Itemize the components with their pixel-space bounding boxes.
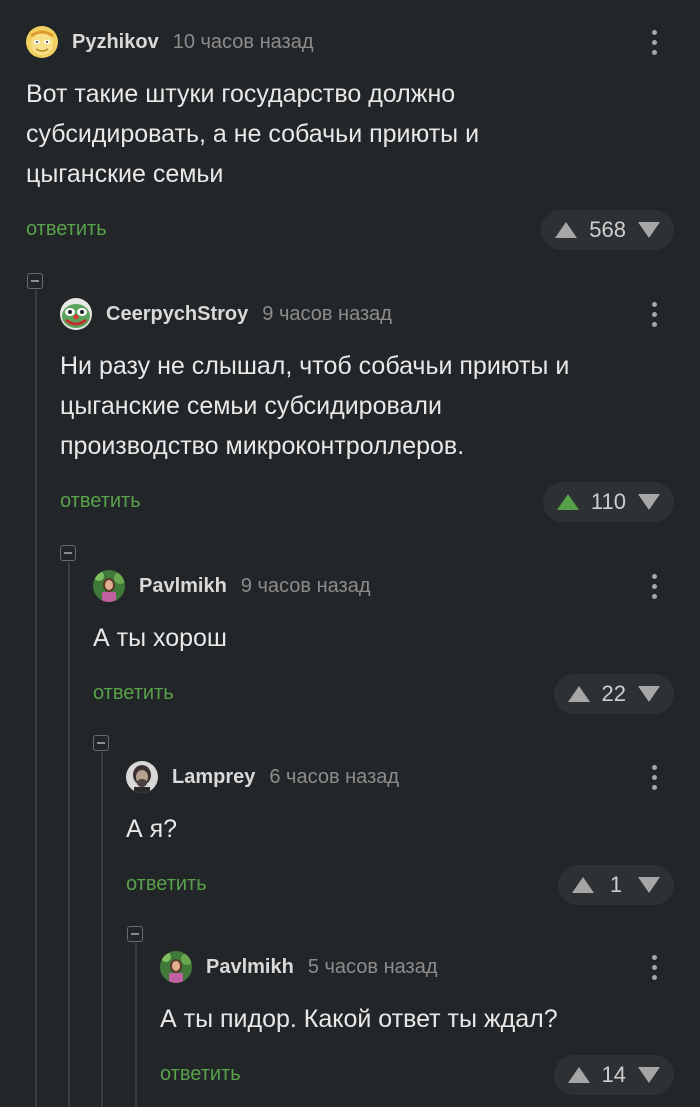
avatar[interactable] bbox=[93, 570, 125, 602]
upvote-icon[interactable] bbox=[567, 685, 590, 703]
vote-widget: 22 bbox=[553, 674, 674, 714]
vote-count: 22 bbox=[601, 681, 626, 706]
vote-count: 14 bbox=[601, 1062, 626, 1087]
comment: Pavlmikh 9 часов назад А ты хорош ответи… bbox=[93, 570, 700, 720]
collapse-thread-button[interactable] bbox=[60, 545, 76, 561]
thread-line bbox=[68, 562, 70, 1107]
woman-photo-avatar-icon bbox=[160, 951, 192, 983]
downvote-icon[interactable] bbox=[638, 876, 660, 894]
comment: Pavlmikh 5 часов назад А ты пидор. Какой… bbox=[160, 951, 700, 1101]
timestamp[interactable]: 5 часов назад bbox=[308, 956, 438, 979]
comment-text: А ты пидор. Какой ответ ты ждал? bbox=[160, 1005, 558, 1033]
timestamp[interactable]: 9 часов назад bbox=[262, 303, 392, 326]
vote-count: 1 bbox=[609, 872, 623, 897]
reply-link[interactable]: ответить bbox=[126, 873, 207, 896]
avatar[interactable] bbox=[126, 761, 158, 793]
comment-header: CeerpychStroy 9 часов назад bbox=[60, 298, 392, 330]
comment: CeerpychStroy 9 часов назад Ни разу не с… bbox=[60, 298, 700, 538]
username[interactable]: Pyzhikov bbox=[72, 31, 159, 54]
comment-thread: Pyzhikov 10 часов назад Вот такие штуки … bbox=[0, 0, 700, 1107]
comment: Pyzhikov 10 часов назад Вот такие штуки … bbox=[26, 26, 700, 266]
avatar[interactable] bbox=[60, 298, 92, 330]
collapse-thread-button[interactable] bbox=[27, 273, 43, 289]
timestamp[interactable]: 9 часов назад bbox=[241, 575, 371, 598]
timestamp[interactable]: 10 часов назад bbox=[173, 31, 314, 54]
username[interactable]: Pavlmikh bbox=[206, 956, 294, 979]
thread-line bbox=[101, 752, 103, 1107]
avatar[interactable] bbox=[26, 26, 58, 58]
upvote-icon[interactable] bbox=[556, 493, 579, 511]
man-photo-avatar-icon bbox=[126, 761, 158, 793]
comment-menu-icon[interactable] bbox=[644, 949, 664, 985]
comment-menu-icon[interactable] bbox=[644, 568, 664, 604]
vote-widget: 568 bbox=[541, 210, 674, 250]
pepe-clown-avatar-icon bbox=[60, 298, 92, 330]
avatar[interactable] bbox=[160, 951, 192, 983]
comment-text: Ни разу не слышал, чтоб собачьи приюты и… bbox=[60, 352, 570, 460]
downvote-icon[interactable] bbox=[638, 1066, 660, 1084]
downvote-icon[interactable] bbox=[638, 221, 660, 239]
username[interactable]: Lamprey bbox=[172, 766, 255, 789]
thread-line bbox=[35, 290, 37, 1107]
vote-widget: 14 bbox=[553, 1055, 674, 1095]
thread-line bbox=[135, 943, 137, 1107]
timestamp[interactable]: 6 часов назад bbox=[269, 766, 399, 789]
comment-text: Вот такие штуки государство должно субси… bbox=[26, 80, 480, 188]
upvote-icon[interactable] bbox=[567, 1066, 590, 1084]
reply-link[interactable]: ответить bbox=[26, 218, 107, 241]
reply-link[interactable]: ответить bbox=[60, 490, 141, 513]
comment-header: Pavlmikh 9 часов назад bbox=[93, 570, 371, 602]
yellow-cartoon-avatar-icon bbox=[26, 26, 58, 58]
username[interactable]: Pavlmikh bbox=[139, 575, 227, 598]
username[interactable]: CeerpychStroy bbox=[106, 303, 248, 326]
comment-text: А ты хорош bbox=[93, 624, 227, 652]
vote-widget: 1 bbox=[558, 865, 674, 905]
vote-widget: 110 bbox=[542, 482, 674, 522]
comment: Lamprey 6 часов назад А я? ответить 1 bbox=[126, 761, 700, 911]
woman-photo-avatar-icon bbox=[93, 570, 125, 602]
collapse-thread-button[interactable] bbox=[127, 926, 143, 942]
reply-link[interactable]: ответить bbox=[93, 682, 174, 705]
comment-text: А я? bbox=[126, 815, 178, 843]
downvote-icon[interactable] bbox=[638, 493, 660, 511]
upvote-icon[interactable] bbox=[555, 221, 578, 239]
comment-header: Lamprey 6 часов назад bbox=[126, 761, 399, 793]
comment-menu-icon[interactable] bbox=[644, 296, 664, 332]
comment-header: Pavlmikh 5 часов назад bbox=[160, 951, 438, 983]
vote-count: 568 bbox=[589, 217, 626, 242]
vote-count: 110 bbox=[590, 489, 626, 514]
upvote-icon[interactable] bbox=[572, 876, 594, 894]
comment-header: Pyzhikov 10 часов назад bbox=[26, 26, 313, 58]
comment-menu-icon[interactable] bbox=[644, 759, 664, 795]
comment-menu-icon[interactable] bbox=[644, 24, 664, 60]
downvote-icon[interactable] bbox=[638, 685, 660, 703]
reply-link[interactable]: ответить bbox=[160, 1063, 241, 1086]
collapse-thread-button[interactable] bbox=[93, 735, 109, 751]
